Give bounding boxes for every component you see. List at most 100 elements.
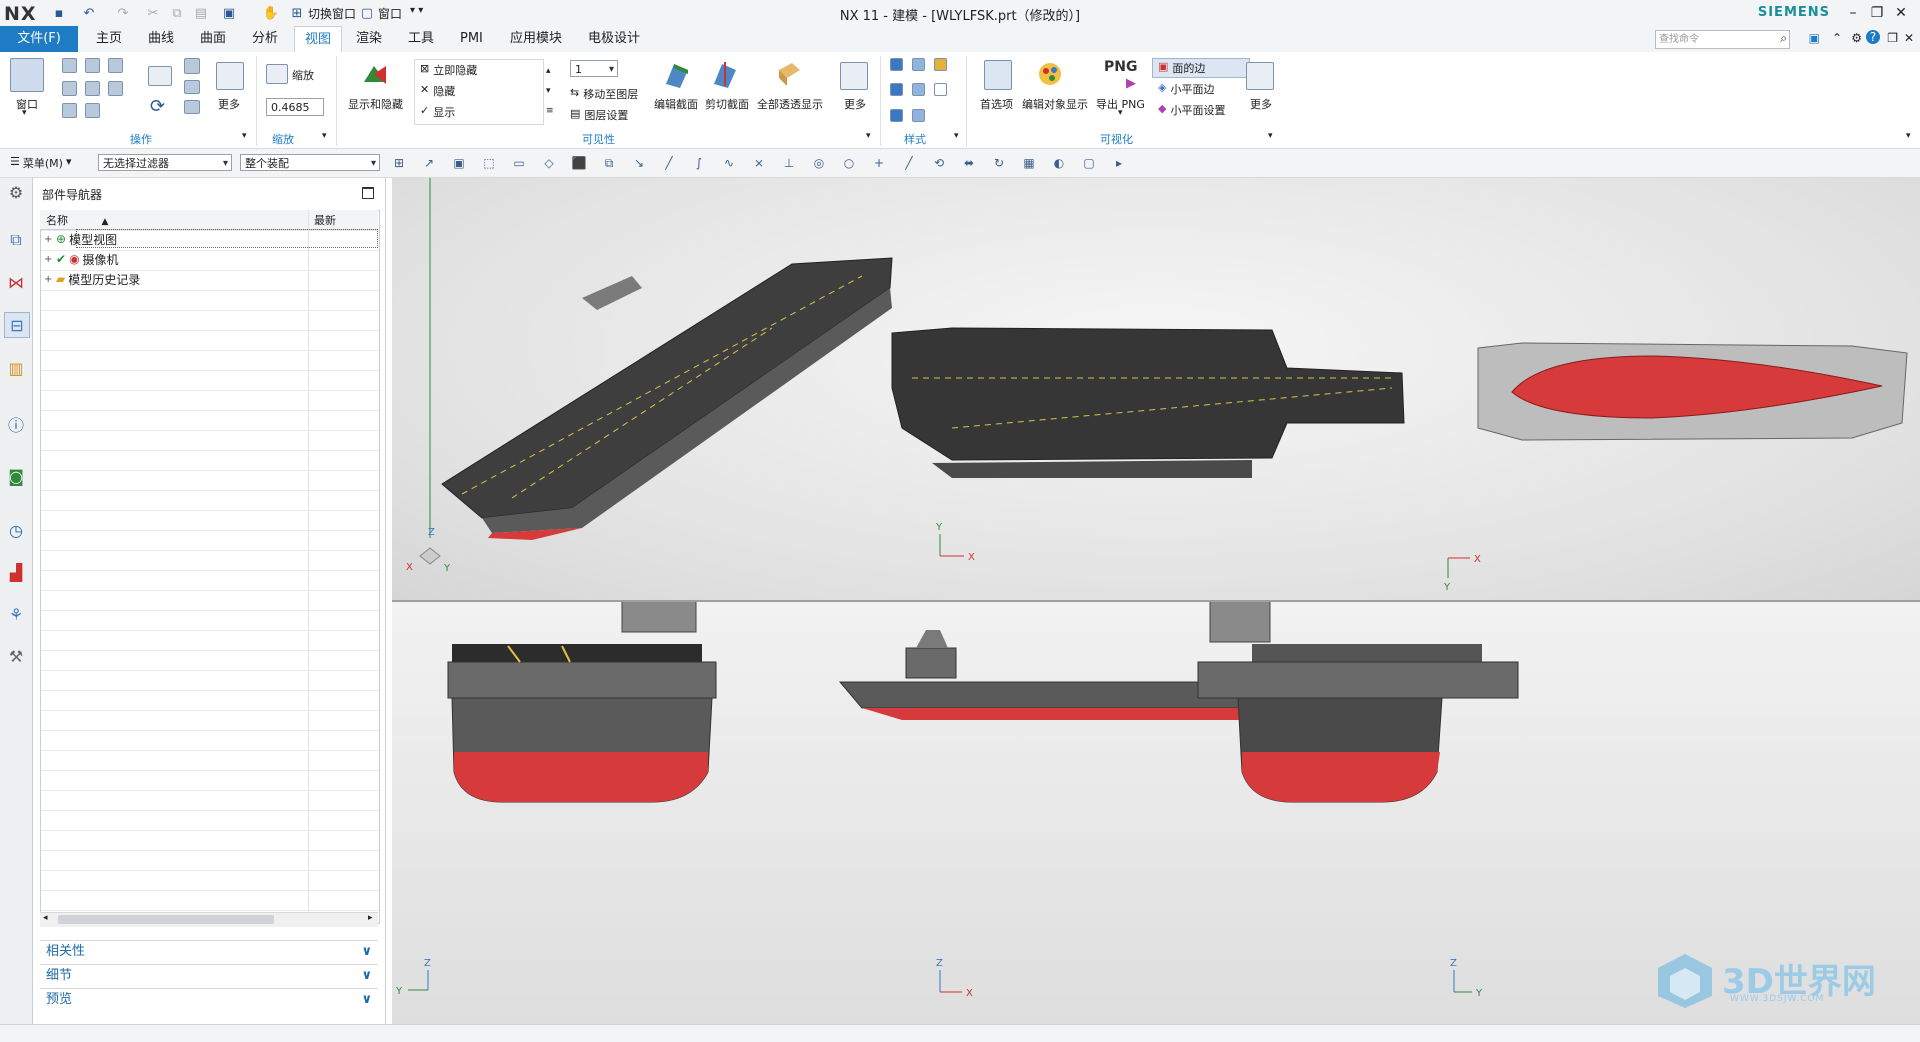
minimize-button[interactable]: –: [1842, 3, 1864, 23]
wireframe-dim-icon[interactable]: [890, 83, 903, 97]
front-view-icon[interactable]: [85, 58, 100, 73]
scroll-right-icon[interactable]: ▸: [368, 913, 373, 923]
wireframe-hidden-icon[interactable]: [912, 83, 925, 97]
help-window-icon[interactable]: ▣: [1809, 31, 1820, 45]
assembly-scope-select[interactable]: 整个装配: [240, 154, 380, 172]
settings-icon[interactable]: ⚙: [1851, 31, 1862, 45]
constraint-navigator-icon[interactable]: ⋈: [4, 270, 28, 294]
tangent-icon[interactable]: ⊥: [780, 154, 798, 172]
hide-item[interactable]: ✕ 隐藏: [420, 83, 455, 99]
section-details[interactable]: 细节 ∨: [40, 964, 378, 987]
window-layout-icon[interactable]: [10, 58, 44, 92]
tree-row-cameras[interactable]: + ✔ ◉ 摄像机: [44, 249, 119, 269]
tab-render[interactable]: 渲染: [346, 26, 392, 52]
all-see-through-button[interactable]: 全部透透显示: [757, 96, 823, 112]
ops-more-icon[interactable]: [216, 62, 244, 90]
tab-surface[interactable]: 曲面: [190, 26, 236, 52]
box-select-icon[interactable]: ◇: [540, 154, 558, 172]
face-analysis-icon[interactable]: [934, 58, 947, 71]
visualization-more-button[interactable]: 更多: [1250, 96, 1272, 112]
zoom-window-icon[interactable]: [184, 58, 200, 74]
expand-icon[interactable]: +: [44, 274, 53, 285]
tab-view[interactable]: 视图: [294, 26, 343, 53]
preferences-button[interactable]: 首选项: [980, 96, 1013, 112]
hide-list-up-icon[interactable]: ▴: [546, 66, 551, 76]
shade-icon[interactable]: ◐: [1050, 154, 1068, 172]
select-icon[interactable]: ⬚: [480, 154, 498, 172]
rotate-icon[interactable]: ⟳: [150, 96, 165, 117]
move-to-layer-button[interactable]: ⇆ 移动至图层: [570, 86, 638, 102]
zoom-group-dropdown-icon[interactable]: ▾: [322, 131, 327, 141]
doc-restore-icon[interactable]: ❐: [1887, 31, 1898, 45]
intersection-icon[interactable]: ⨯: [750, 154, 768, 172]
export-dropdown-icon[interactable]: ▾: [1118, 108, 1123, 118]
zoom-scale-input[interactable]: 0.4685: [266, 98, 324, 116]
visibility-more-icon[interactable]: [840, 62, 868, 90]
curve-icon[interactable]: ∫: [690, 154, 708, 172]
tab-curve[interactable]: 曲线: [138, 26, 184, 52]
command-search-input[interactable]: 查找命令: [1655, 30, 1790, 49]
scroll-left-icon[interactable]: ◂: [43, 913, 48, 923]
snap-icon[interactable]: ⊞: [390, 154, 408, 172]
tree-row-model-history[interactable]: + ▰ 模型历史记录: [44, 269, 140, 289]
tab-home[interactable]: 主页: [86, 26, 132, 52]
plane-icon[interactable]: ▣: [450, 154, 468, 172]
ops-group-dropdown-icon[interactable]: ▾: [242, 131, 247, 141]
left-view-icon[interactable]: [85, 80, 100, 96]
selection-filter-select[interactable]: 无选择过滤器: [98, 154, 232, 172]
visualization-group-dropdown-icon[interactable]: ▾: [1268, 131, 1273, 141]
partial-shaded-icon[interactable]: [912, 108, 925, 122]
window-dropdown-icon[interactable]: ▾: [22, 108, 27, 118]
hide-list-down-icon[interactable]: ▾: [546, 86, 551, 96]
preferences-icon[interactable]: [984, 60, 1012, 90]
line-icon[interactable]: ╱: [900, 154, 918, 172]
edit-section-button[interactable]: 编辑截面: [654, 96, 698, 112]
see-through-icon[interactable]: [776, 60, 802, 88]
layout-icon[interactable]: ▦: [1020, 154, 1038, 172]
trimetric-view-icon[interactable]: [108, 58, 123, 73]
resource-settings-icon[interactable]: ⚙: [4, 180, 28, 204]
layer-settings-button[interactable]: ▤ 图层设置: [570, 107, 628, 123]
point-icon[interactable]: ↗: [420, 154, 438, 172]
edit-section-icon[interactable]: [664, 60, 690, 88]
pan-icon[interactable]: [184, 80, 200, 94]
small-face-settings-item[interactable]: ◆ 小平面设置: [1158, 102, 1225, 118]
edit-object-display-icon[interactable]: [1036, 58, 1066, 88]
expand-icon[interactable]: +: [44, 254, 53, 265]
window-button[interactable]: 窗口: [16, 96, 38, 112]
column-header-latest[interactable]: 最新: [314, 212, 336, 228]
process-studio-icon[interactable]: ▟: [4, 560, 28, 584]
column-header-name[interactable]: 名称 ▲: [46, 212, 108, 228]
right-view-icon[interactable]: [108, 80, 123, 96]
hide-list-expand-icon[interactable]: ≡: [546, 106, 554, 116]
circle-icon[interactable]: ○: [840, 154, 858, 172]
small-face-edges-item[interactable]: ◈ 小平面边: [1158, 81, 1214, 97]
work-layer-select[interactable]: 1: [570, 60, 618, 78]
section-dependencies[interactable]: 相关性 ∨: [40, 940, 378, 963]
rotate-view-icon[interactable]: ⟲: [930, 154, 948, 172]
graphics-window-top[interactable]: X Y Z Y X X Y: [392, 178, 1920, 600]
visibility-more-button[interactable]: 更多: [844, 96, 866, 112]
part-navigator-icon[interactable]: ⊟: [4, 312, 30, 338]
ribbon-options-dropdown-icon[interactable]: ▾: [1906, 131, 1911, 141]
restore-button[interactable]: ❐: [1866, 3, 1888, 23]
assembly-navigator-icon[interactable]: ⧉: [4, 228, 28, 252]
hd3d-tools-icon[interactable]: ⓘ: [4, 412, 28, 436]
fit-icon[interactable]: [148, 66, 172, 86]
menu-button[interactable]: ☰ 菜单(M) ▾: [10, 155, 71, 171]
iso-view-icon[interactable]: [62, 58, 77, 73]
rectangle-select-icon[interactable]: ▭: [510, 154, 528, 172]
blank-style-icon[interactable]: [934, 83, 947, 97]
tab-tools[interactable]: 工具: [398, 26, 444, 52]
refresh-icon[interactable]: ↻: [990, 154, 1008, 172]
immediate-hide-item[interactable]: ⊠ 立即隐藏: [420, 62, 477, 78]
cube-icon[interactable]: ▢: [1080, 154, 1098, 172]
style-group-dropdown-icon[interactable]: ▾: [954, 131, 959, 141]
web-browser-icon[interactable]: ◙: [4, 464, 28, 488]
tab-electrode-design[interactable]: 电极设计: [578, 26, 650, 52]
show-item[interactable]: ✓ 显示: [420, 104, 455, 120]
role-icon[interactable]: ⚘: [4, 602, 28, 626]
ops-more-button[interactable]: 更多: [218, 96, 240, 112]
snap-view-icon[interactable]: [184, 100, 200, 114]
pan-view-icon[interactable]: ⬌: [960, 154, 978, 172]
